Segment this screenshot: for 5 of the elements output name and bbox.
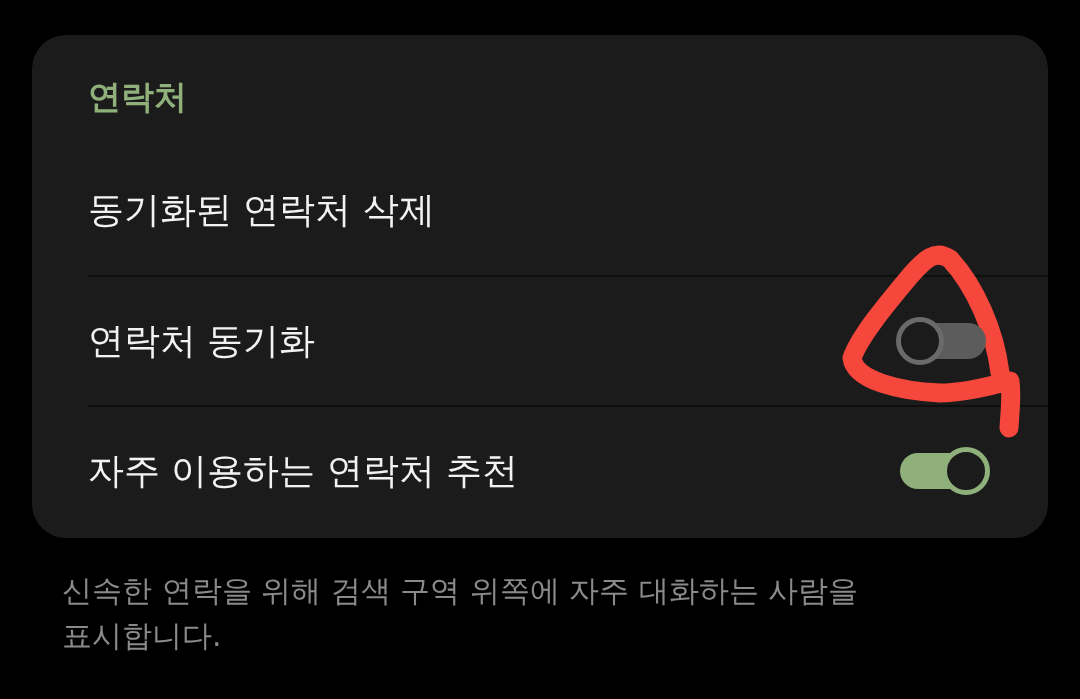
section-title: 연락처: [88, 76, 187, 118]
action-item-label[interactable]: 동기화된 연락처 삭제: [88, 185, 435, 235]
description-text: 신속한 연락을 위해 검색 구역 위쪽에 자주 대화하는 사람을 표시합니다.: [62, 572, 860, 655]
setting-label: 연락처 동기화: [88, 318, 316, 363]
setting-label: 자주 이용하는 연락처 추천: [88, 448, 519, 493]
